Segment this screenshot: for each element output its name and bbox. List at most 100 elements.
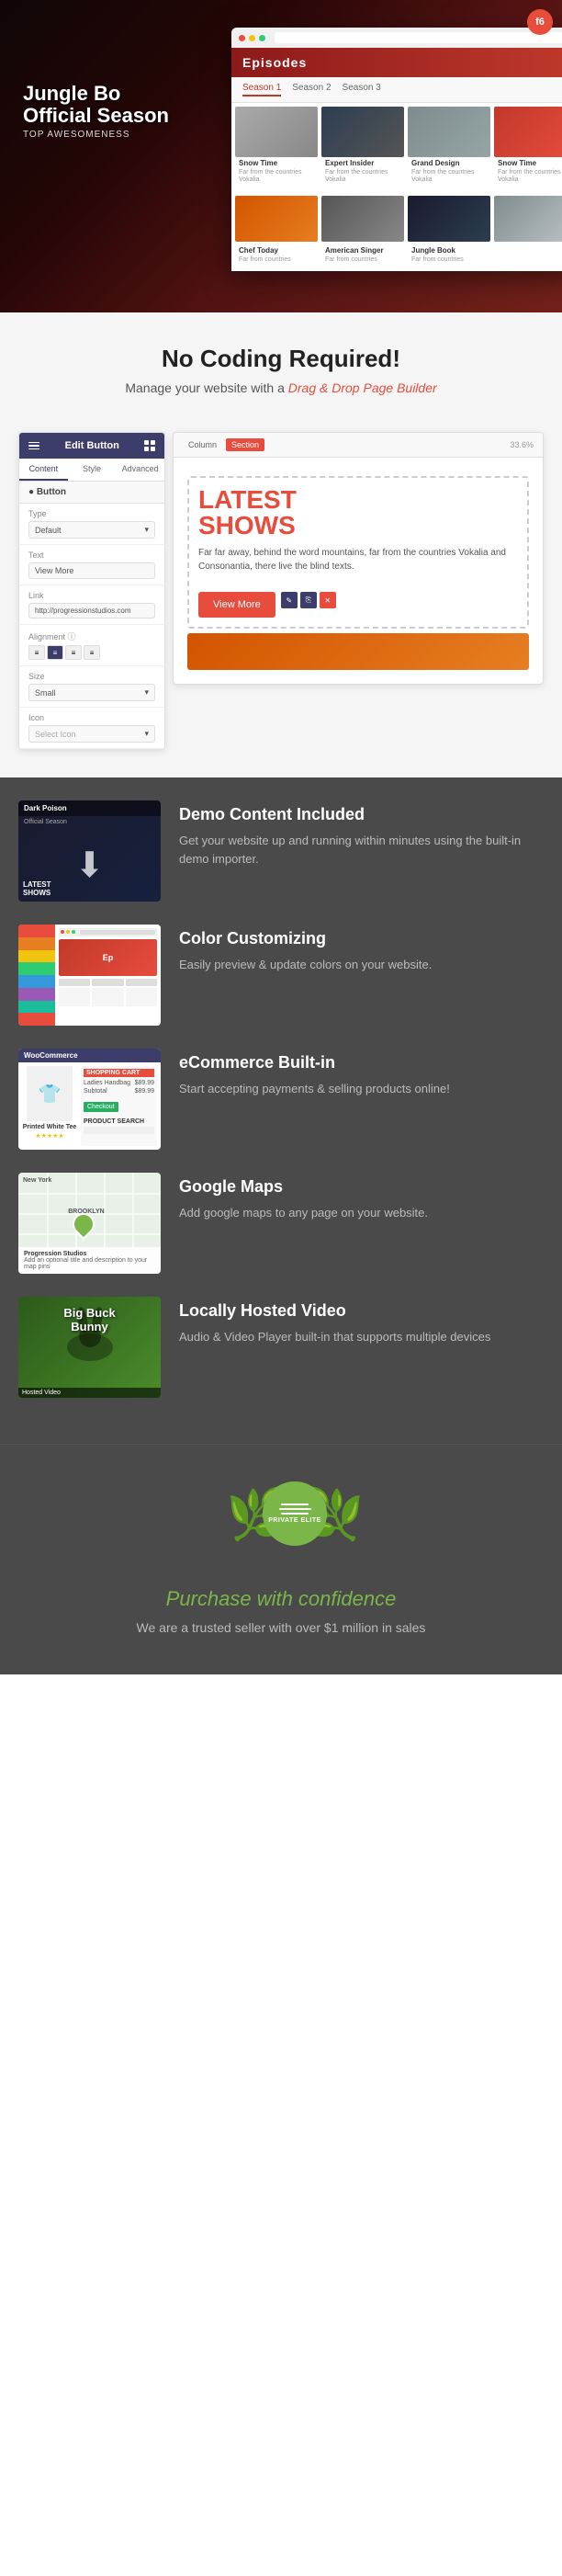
content-paragraph: Far far away, behind the word mountains,… bbox=[198, 546, 518, 573]
episode-thumb-2: Expert Insider Far from the countries Vo… bbox=[321, 107, 404, 188]
checkout-button[interactable]: Checkout bbox=[84, 1102, 118, 1112]
builder-section: Edit Button Content Style Advanced ● But… bbox=[0, 423, 562, 777]
ecom-body: 👕 Printed White Tee ★★★★★ SHOPPING CART … bbox=[18, 1062, 161, 1150]
col-section-tabs: Column Section bbox=[183, 438, 264, 451]
content-dashed-border: LATEST SHOWS Far far away, behind the wo… bbox=[187, 476, 529, 629]
builder-btn-row: View More ✎ ⎘ ✕ bbox=[198, 583, 518, 618]
badge-text: PRIVATE ELITE bbox=[268, 1517, 321, 1524]
delete-icon[interactable]: ✕ bbox=[320, 592, 336, 608]
tab-style[interactable]: Style bbox=[68, 459, 117, 481]
badge-line-2 bbox=[279, 1508, 311, 1510]
grid-icon bbox=[144, 440, 155, 451]
map-instruction: Add an optional title and description to… bbox=[24, 1257, 155, 1270]
tab-content[interactable]: Content bbox=[19, 459, 68, 481]
episode-item-3: Jungle Book Far from countries bbox=[408, 196, 490, 267]
edit-icon[interactable]: ✎ bbox=[281, 592, 298, 608]
builder-tabs: Content Style Advanced bbox=[19, 459, 164, 482]
feature-maps: New York BROOKLYN Progression Studios Ad… bbox=[18, 1173, 544, 1274]
hero-section: f6 Jungle Bo Official Season TOP AWESOME… bbox=[0, 0, 562, 312]
align-justify[interactable]: ≡ bbox=[84, 645, 100, 660]
browser-dot-red bbox=[239, 35, 245, 41]
hero-subtitle: TOP AWESOMENESS bbox=[23, 130, 169, 140]
nav-season2[interactable]: Season 2 bbox=[292, 83, 331, 96]
thumb-video-bg: Big BuckBunny Hosted Video bbox=[18, 1297, 161, 1398]
builder-section-label: ● Button bbox=[19, 482, 164, 504]
hero-text-block: Jungle Bo Official Season TOP AWESOMENES… bbox=[23, 83, 169, 140]
builder-right-panel: Column Section 33.6% LATEST SHOWS Far fa… bbox=[173, 432, 544, 685]
episode-item-1: Chef Today Far from countries bbox=[235, 196, 318, 267]
tab-column[interactable]: Column bbox=[183, 438, 222, 451]
feature-maps-desc: Add google maps to any page on your webs… bbox=[179, 1204, 544, 1222]
video-title-overlay: Big BuckBunny bbox=[63, 1306, 115, 1333]
badge-line-1 bbox=[281, 1504, 309, 1505]
trust-section: 🌿 PRIVATE ELITE 🌿 Purchase with confiden… bbox=[0, 1444, 562, 1674]
product-stars: ★★★★★ bbox=[22, 1132, 77, 1140]
thumb-demo-header: Dark Poison bbox=[18, 800, 161, 816]
drag-drop-link[interactable]: Drag & Drop Page Builder bbox=[288, 380, 437, 395]
color-panel bbox=[18, 925, 55, 1026]
latest-shows-label: LATESTSHOWS bbox=[23, 880, 51, 897]
episode-thumb-4: Snow Time Far from the countries Vokalia bbox=[494, 107, 562, 188]
feature-ecommerce-text: eCommerce Built-in Start accepting payme… bbox=[179, 1049, 544, 1098]
feature-ecommerce-title: eCommerce Built-in bbox=[179, 1053, 544, 1072]
feature-color: Ep Color Customizing Easily p bbox=[18, 925, 544, 1026]
feature-video-title: Locally Hosted Video bbox=[179, 1301, 544, 1321]
product-image: 👕 bbox=[27, 1066, 73, 1121]
field-size: Size Small ▾ bbox=[19, 666, 164, 708]
download-icon: ⬇ bbox=[75, 845, 105, 886]
view-more-button[interactable]: View More bbox=[198, 592, 275, 618]
thumb-color-bg: Ep bbox=[18, 925, 161, 1026]
hamburger-icon bbox=[28, 442, 39, 450]
copy-icon[interactable]: ⎘ bbox=[300, 592, 317, 608]
feature-demo-content: Dark Poison Official Season ⬇ LATESTSHOW… bbox=[18, 800, 544, 902]
align-right[interactable]: ≡ bbox=[65, 645, 82, 660]
feature-maps-thumbnail: New York BROOKLYN Progression Studios Ad… bbox=[18, 1173, 161, 1274]
feature-color-desc: Easily preview & update colors on your w… bbox=[179, 956, 544, 974]
browser-dot-yellow bbox=[249, 35, 255, 41]
mini-browser-bar bbox=[59, 928, 157, 936]
alignment-buttons: ≡ ≡ ≡ ≡ bbox=[28, 645, 155, 660]
tab-section[interactable]: Section bbox=[226, 438, 264, 451]
field-link: Link http://progressionstudios.com bbox=[19, 585, 164, 625]
builder-left-panel: Edit Button Content Style Advanced ● But… bbox=[18, 432, 165, 750]
badge-lines bbox=[279, 1504, 311, 1515]
field-alignment: Alignment ⓘ ≡ ≡ ≡ ≡ bbox=[19, 625, 164, 666]
badge-with-laurel: 🌿 PRIVATE ELITE 🌿 bbox=[235, 1481, 354, 1546]
align-center[interactable]: ≡ bbox=[47, 645, 63, 660]
trust-desc: We are a trusted seller with over $1 mil… bbox=[18, 1618, 544, 1638]
episode-row-2: Chef Today Far from countries American S… bbox=[231, 192, 562, 271]
badge-circle: PRIVATE ELITE bbox=[263, 1481, 327, 1546]
color-content-panel: Ep bbox=[55, 925, 161, 1026]
shopping-cart-label: SHOPPING CART bbox=[84, 1069, 154, 1077]
thumb-demo-bg: Dark Poison Official Season ⬇ LATESTSHOW… bbox=[18, 800, 161, 902]
episode-grid: Snow Time Far from the countries Vokalia… bbox=[231, 103, 562, 192]
road-h-1 bbox=[18, 1193, 161, 1195]
browser-mockup: Episodes Season 1 Season 2 Season 3 Snow… bbox=[231, 28, 562, 271]
nav-season1[interactable]: Season 1 bbox=[242, 83, 281, 96]
map-location-label: New York bbox=[23, 1177, 51, 1184]
hero-title: Jungle Bo Official Season bbox=[23, 83, 169, 127]
browser-bar bbox=[231, 28, 562, 48]
tab-advanced[interactable]: Advanced bbox=[116, 459, 164, 481]
feature-demo-thumbnail: Dark Poison Official Season ⬇ LATESTSHOW… bbox=[18, 800, 161, 902]
feature-color-thumbnail: Ep bbox=[18, 925, 161, 1026]
feature-demo-title: Demo Content Included bbox=[179, 805, 544, 824]
hosted-video-label: Hosted Video bbox=[18, 1388, 161, 1398]
content-heading: LATEST SHOWS bbox=[198, 487, 518, 539]
trust-badge: 🌿 PRIVATE ELITE 🌿 bbox=[235, 1481, 327, 1573]
feature-demo-desc: Get your website up and running within m… bbox=[179, 832, 544, 868]
feature-maps-text: Google Maps Add google maps to any page … bbox=[179, 1173, 544, 1222]
map-company-label: Progression Studios bbox=[24, 1251, 155, 1257]
cart-item-1: Ladies Handbag $89.99 bbox=[84, 1080, 154, 1086]
feature-color-text: Color Customizing Easily preview & updat… bbox=[179, 925, 544, 974]
browser-dot-green bbox=[259, 35, 265, 41]
section-percent: 33.6% bbox=[510, 440, 534, 449]
feature-ecommerce: WooCommerce 👕 Printed White Tee ★★★★★ SH… bbox=[18, 1049, 544, 1150]
field-text: Text View More bbox=[19, 545, 164, 585]
no-coding-section: No Coding Required! Manage your website … bbox=[0, 312, 562, 423]
builder-panel-header: Edit Button bbox=[19, 433, 164, 459]
browser-url-bar bbox=[275, 32, 562, 43]
thumb-ecommerce-bg: WooCommerce 👕 Printed White Tee ★★★★★ SH… bbox=[18, 1049, 161, 1150]
align-left[interactable]: ≡ bbox=[28, 645, 45, 660]
nav-season3[interactable]: Season 3 bbox=[343, 83, 381, 96]
